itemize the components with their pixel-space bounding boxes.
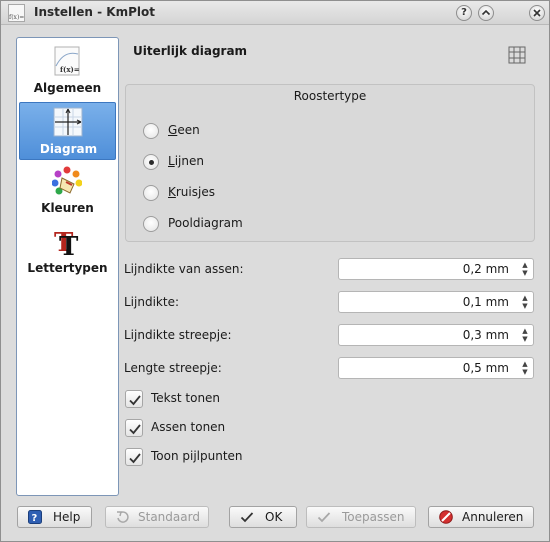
axes-width-spinbox[interactable]: 0,2 mm ▲ ▼ — [338, 258, 534, 280]
spin-value: 0,5 mm — [462, 361, 509, 375]
radio-label: Lijnen — [168, 154, 204, 168]
checkbox-label: Toon pijlpunten — [151, 449, 243, 463]
page-title: Uiterlijk diagram — [133, 44, 248, 58]
kmplot-app-icon: f(x)= — [8, 4, 25, 22]
sidebar-item-diagram[interactable]: Diagram — [19, 102, 116, 160]
checkbox[interactable] — [125, 419, 143, 437]
cancel-icon — [439, 510, 453, 524]
palette-icon — [52, 166, 82, 195]
grid-icon — [508, 46, 526, 64]
checkbox[interactable] — [125, 448, 143, 466]
close-icon — [533, 9, 541, 17]
tick-width-spinbox[interactable]: 0,3 mm ▲ ▼ — [338, 324, 534, 346]
close-button[interactable] — [529, 5, 545, 21]
sidebar-item-label: Kleuren — [41, 201, 94, 215]
group-title: Roostertype — [293, 89, 367, 103]
radio-button[interactable] — [143, 185, 159, 201]
button-label: Toepassen — [342, 510, 405, 524]
svg-text:f(x)=: f(x)= — [60, 65, 80, 74]
sidebar-item-lettertypen[interactable]: T T Lettertypen — [19, 222, 116, 280]
font-icon: T T — [54, 228, 79, 256]
reset-icon — [117, 511, 129, 523]
checkmark-icon — [129, 453, 141, 464]
window-title: Instellen - KmPlot — [34, 5, 155, 19]
checkmark-icon — [129, 395, 141, 406]
radio-button[interactable] — [143, 123, 159, 139]
defaults-button[interactable]: Standaard — [105, 506, 209, 528]
svg-text:?: ? — [32, 513, 38, 524]
checkbox[interactable] — [125, 390, 143, 408]
radio-label: Kruisjes — [168, 185, 215, 199]
maximize-button[interactable] — [478, 5, 494, 21]
title-bar[interactable]: f(x)= Instellen - KmPlot ? — [1, 1, 549, 25]
help-icon: ? — [28, 510, 42, 524]
checkmark-icon — [240, 512, 254, 523]
tick-length-label: Lengte streepje: — [124, 361, 222, 375]
tick-length-spinbox[interactable]: 0,5 mm ▲ ▼ — [338, 357, 534, 379]
axes-width-label: Lijndikte van assen: — [124, 262, 244, 276]
spin-arrows-icon[interactable]: ▲ ▼ — [520, 360, 530, 376]
checkmark-icon — [317, 512, 331, 523]
button-label: Help — [53, 510, 81, 524]
settings-dialog: f(x)= Instellen - KmPlot ? f(x)= Algemee… — [0, 0, 550, 542]
checkbox-label: Tekst tonen — [151, 391, 221, 405]
line-width-spinbox[interactable]: 0,1 mm ▲ ▼ — [338, 291, 534, 313]
sidebar-item-label: Algemeen — [33, 81, 102, 95]
spin-arrows-icon[interactable]: ▲ ▼ — [520, 261, 530, 277]
ok-button[interactable]: OK — [229, 506, 297, 528]
axes-icon — [53, 107, 83, 137]
radio-button[interactable] — [143, 216, 159, 232]
svg-text:T: T — [59, 232, 79, 256]
tick-width-label: Lijndikte streepje: — [124, 328, 232, 342]
radio-label: Pooldiagram — [168, 216, 243, 230]
cancel-button[interactable]: Annuleren — [428, 506, 534, 528]
grid-type-group: Roostertype Geen Lijnen Kruisjes Pooldia… — [125, 84, 535, 242]
chevron-up-icon — [481, 9, 491, 16]
spin-value: 0,3 mm — [462, 328, 509, 342]
spin-value: 0,2 mm — [462, 262, 509, 276]
help-titlebar-button[interactable]: ? — [456, 5, 472, 21]
checkmark-icon — [129, 424, 141, 435]
button-label: Annuleren — [462, 510, 524, 524]
sidebar-item-kleuren[interactable]: Kleuren — [19, 162, 116, 220]
spin-arrows-icon[interactable]: ▲ ▼ — [520, 294, 530, 310]
help-button[interactable]: ? Help — [17, 506, 92, 528]
sidebar-item-algemeen[interactable]: f(x)= Algemeen — [19, 42, 116, 100]
spin-arrows-icon[interactable]: ▲ ▼ — [520, 327, 530, 343]
sidebar-item-label: Lettertypen — [27, 261, 108, 275]
button-label: OK — [265, 510, 283, 524]
line-width-label: Lijndikte: — [124, 295, 179, 309]
radio-label: Geen — [168, 123, 200, 137]
radio-button[interactable] — [143, 154, 159, 170]
function-icon: f(x)= — [54, 46, 80, 76]
spin-value: 0,1 mm — [462, 295, 509, 309]
page-sidebar: f(x)= Algemeen Diagram Kleuren T T Lette… — [16, 37, 119, 496]
apply-button[interactable]: Toepassen — [306, 506, 416, 528]
checkbox-label: Assen tonen — [151, 420, 226, 434]
button-label: Standaard — [138, 510, 200, 524]
sidebar-item-label: Diagram — [39, 142, 98, 156]
